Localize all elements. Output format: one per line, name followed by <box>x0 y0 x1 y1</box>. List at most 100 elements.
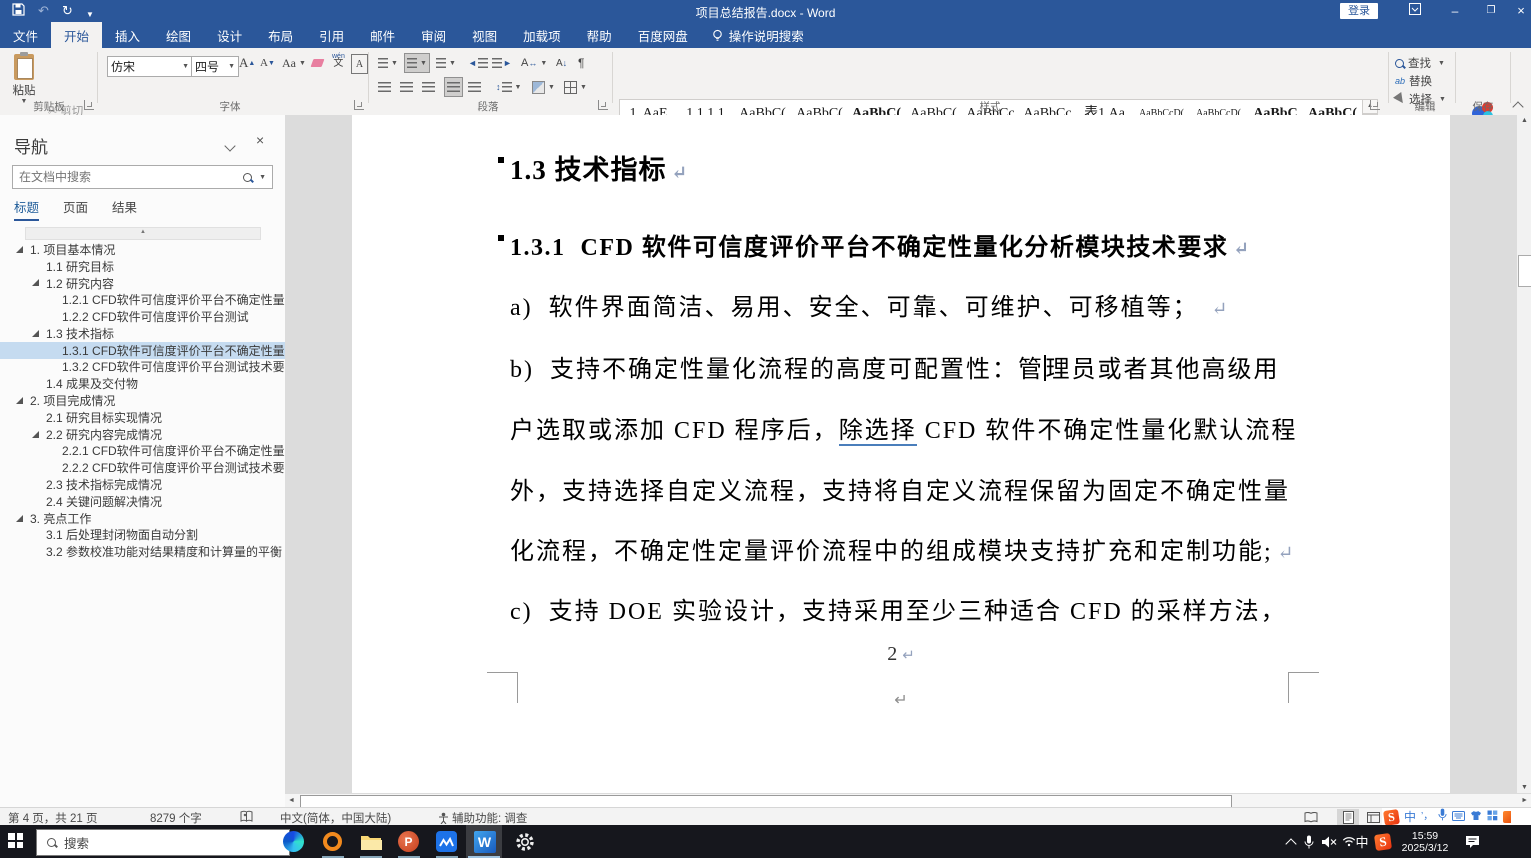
decrease-indent-button[interactable]: ◄ <box>468 54 488 72</box>
font-size-combo[interactable]: 四号▼ <box>191 56 239 77</box>
action-center-icon[interactable] <box>1460 825 1484 858</box>
collapse-ribbon-icon[interactable] <box>1514 98 1522 116</box>
expand-triangle-icon[interactable] <box>16 515 23 522</box>
ime-toolbox-icon[interactable] <box>1487 808 1498 826</box>
scroll-left-icon[interactable]: ◄ <box>288 797 295 804</box>
doc-line-d[interactable]: 外，支持选择自定义流程，支持将自定义流程保留为固定不确定性量 <box>510 471 1290 506</box>
increase-indent-button[interactable]: ► <box>492 54 512 72</box>
ribbon-tab[interactable]: 百度网盘 <box>625 22 701 48</box>
sogou-browser-icon[interactable] <box>320 829 345 854</box>
show-marks-button[interactable]: ¶ <box>578 54 584 72</box>
word-count-status[interactable]: 8279 个字 <box>150 810 202 826</box>
paste-button[interactable]: 粘贴 ▼ <box>6 52 42 106</box>
ribbon-tab[interactable]: 插入 <box>102 22 153 48</box>
scroll-right-icon[interactable]: ► <box>1521 797 1528 804</box>
nav-tree-item[interactable]: 1.3.1 CFD软件可信度评价平台不确定性量化... <box>0 342 285 359</box>
accessibility-status[interactable]: 辅助功能: 调查 <box>438 810 527 826</box>
grow-font-button[interactable]: A▲ <box>239 54 255 72</box>
scroll-down-icon[interactable]: ▼ <box>1517 784 1531 791</box>
ime-keyboard-icon[interactable] <box>1452 808 1465 826</box>
nav-tree-item[interactable]: 2.1 研究目标实现情况 <box>0 409 285 426</box>
find-button[interactable]: 查找▼ <box>1395 55 1445 71</box>
hidden-icons-chevron-icon[interactable] <box>1282 825 1300 858</box>
ribbon-tab[interactable]: 加载项 <box>510 22 574 48</box>
doc-line-b[interactable]: b) 支持不确定性量化流程的高度可配置性：管理员或者其他高级用 <box>510 349 1280 384</box>
multilevel-list-button[interactable]: ▼ <box>436 54 456 72</box>
tray-ime-mode[interactable]: 中 <box>1352 825 1372 858</box>
page-count-status[interactable]: 第 4 页，共 21 页 <box>8 810 97 826</box>
nav-pane-options-icon[interactable] <box>226 137 234 155</box>
nav-tree-item[interactable]: 2.3 技术指标完成情况 <box>0 476 285 493</box>
ribbon-tab[interactable]: 引用 <box>306 22 357 48</box>
settings-gear-icon[interactable] <box>512 829 537 854</box>
ime-mode-icon[interactable]: 中 <box>1404 808 1416 826</box>
edge-browser-icon[interactable] <box>281 829 306 854</box>
clear-formatting-button[interactable] <box>312 54 323 72</box>
nav-tab-pages[interactable]: 页面 <box>63 197 88 221</box>
doc-line-c[interactable]: 户选取或添加 CFD 程序后，除选择 CFD 软件不确定性量化默认流程 <box>510 410 1297 445</box>
ribbon-tab[interactable]: 文件 <box>0 22 51 48</box>
replace-button[interactable]: ab 替换 <box>1395 73 1432 89</box>
print-layout-view-button[interactable] <box>1337 809 1359 825</box>
nav-tree-item[interactable]: 3.2 参数校准功能对结果精度和计算量的平衡 <box>0 543 285 560</box>
nav-tree-item[interactable]: 1.2 研究内容 <box>0 275 285 292</box>
ribbon-tab[interactable]: 设计 <box>204 22 255 48</box>
vertical-scrollbar-thumb[interactable] <box>1518 255 1531 287</box>
taskbar-clock[interactable]: 15:59 2025/3/12 <box>1395 825 1455 858</box>
tray-sogou-icon[interactable]: S <box>1372 825 1394 858</box>
bullets-button[interactable]: ▼ <box>378 54 398 72</box>
horizontal-scrollbar[interactable]: ◄ ► <box>285 793 1531 808</box>
sort-button[interactable]: A↓ <box>556 54 567 72</box>
nav-tree-item[interactable]: 1.1 研究目标 <box>0 258 285 275</box>
nav-tree-item[interactable]: 1.4 成果及交付物 <box>0 375 285 392</box>
restore-button[interactable]: ❐ <box>1478 2 1504 20</box>
proofing-status-icon[interactable] <box>240 810 253 826</box>
file-explorer-icon[interactable] <box>358 829 383 854</box>
line-spacing-button[interactable]: ↕▼ <box>496 78 521 96</box>
justify-button[interactable] <box>444 77 463 97</box>
ime-more-icon[interactable] <box>1503 811 1511 823</box>
ribbon-tab[interactable]: 邮件 <box>357 22 408 48</box>
powerpoint-icon[interactable]: P <box>396 829 421 854</box>
sogou-logo-icon[interactable]: S <box>1383 809 1400 826</box>
ribbon-display-options-icon[interactable] <box>1402 2 1428 20</box>
login-button[interactable]: 登录 <box>1340 3 1378 19</box>
close-button[interactable]: × <box>1508 2 1531 20</box>
web-layout-view-button[interactable] <box>1362 809 1384 825</box>
doc-line-a[interactable]: a) 软件界面简洁、易用、安全、可靠、可维护、可移植等； ↵ <box>510 287 1228 322</box>
read-mode-view-button[interactable] <box>1300 809 1322 825</box>
nav-tree-item[interactable]: 3.1 后处理封闭物面自动分割 <box>0 527 285 544</box>
align-right-button[interactable] <box>422 78 435 96</box>
nav-tree-item[interactable]: 2.2.2 CFD软件可信度评价平台测试技术要求 <box>0 459 285 476</box>
asian-layout-button[interactable]: A↔▼ <box>521 54 547 72</box>
expand-triangle-icon[interactable] <box>32 279 39 286</box>
phonetic-guide-button[interactable]: wén 文 <box>332 51 345 69</box>
nav-tree-item[interactable]: 2. 项目完成情况 <box>0 392 285 409</box>
nav-tree-item[interactable]: 3. 亮点工作 <box>0 510 285 527</box>
search-dropdown-icon[interactable]: ▼ <box>259 174 266 181</box>
clipboard-dialog-launcher-icon[interactable] <box>84 100 94 110</box>
tell-me-search[interactable]: 操作说明搜索 <box>701 22 804 48</box>
distribute-button[interactable] <box>468 78 481 96</box>
shrink-font-button[interactable]: A▼ <box>260 54 275 72</box>
ime-mic-icon[interactable] <box>1438 808 1447 826</box>
doc-line-e[interactable]: 化流程，不确定性定量评价流程中的组成模块支持扩充和定制功能;↵ <box>510 531 1294 566</box>
change-case-button[interactable]: Aa▼ <box>282 54 306 72</box>
expand-triangle-icon[interactable] <box>16 246 23 253</box>
doc-heading-2[interactable]: 1.3.1 CFD 软件可信度评价平台不确定性量化分析模块技术要求↵ <box>510 227 1249 262</box>
nav-tree-item[interactable]: 1.3.2 CFD软件可信度评价平台测试技术要求 <box>0 359 285 376</box>
document-search-box[interactable]: ▼ <box>12 165 273 189</box>
character-border-button[interactable]: A <box>351 54 368 74</box>
nav-tree-item[interactable]: 1.2.1 CFD软件可信度评价平台不确定性量化... <box>0 291 285 308</box>
expand-triangle-icon[interactable] <box>32 431 39 438</box>
document-page[interactable]: 1.3 技术指标↵ 1.3.1 CFD 软件可信度评价平台不确定性量化分析模块技… <box>352 115 1450 793</box>
ribbon-tab[interactable]: 绘图 <box>153 22 204 48</box>
nav-tab-results[interactable]: 结果 <box>112 197 137 221</box>
ribbon-tab[interactable]: 帮助 <box>574 22 625 48</box>
nav-scroll-up-strip[interactable]: ▲ <box>25 227 261 240</box>
minimize-button[interactable]: – <box>1442 2 1468 20</box>
vertical-scrollbar[interactable]: ▲ ▼ <box>1516 115 1531 793</box>
word-taskbar-icon[interactable]: W <box>472 829 497 854</box>
document-search-input[interactable] <box>13 170 243 184</box>
shading-button[interactable]: ▼ <box>532 78 555 96</box>
